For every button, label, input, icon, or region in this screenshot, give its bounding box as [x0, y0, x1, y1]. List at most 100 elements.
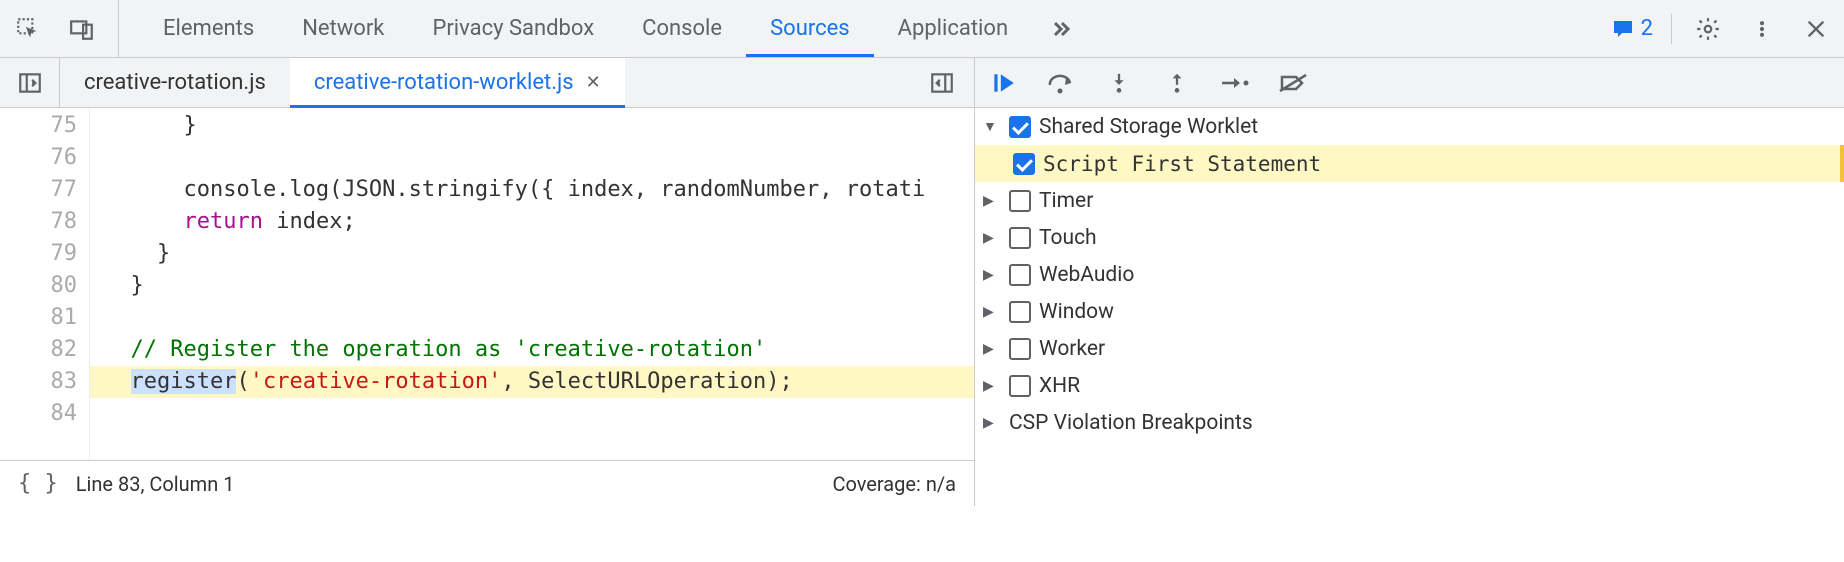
sources-pane: creative-rotation.js creative-rotation-wo… — [0, 58, 975, 506]
expand-triangle-icon[interactable]: ▶ — [983, 341, 1001, 357]
breakpoint-item-label: Script First Statement — [1043, 152, 1321, 176]
line-number[interactable]: 79 — [0, 238, 77, 270]
close-icon[interactable] — [1798, 11, 1834, 47]
breakpoint-category-label: WebAudio — [1039, 263, 1134, 287]
breakpoint-category[interactable]: ▶ WebAudio — [975, 256, 1844, 293]
line-number[interactable]: 76 — [0, 142, 77, 174]
code-line — [90, 398, 974, 430]
expand-triangle-icon[interactable]: ▶ — [983, 230, 1001, 246]
debugger-pane: ▼ Shared Storage Worklet Script First Stat… — [975, 58, 1844, 506]
code-line: // Register the operation as 'creative-r… — [90, 334, 974, 366]
cursor-position: Line 83, Column 1 — [76, 472, 235, 496]
breakpoint-category[interactable]: ▼ Shared Storage Worklet — [975, 108, 1844, 145]
expand-triangle-icon[interactable]: ▶ — [983, 378, 1001, 394]
step-out-button[interactable] — [1157, 63, 1197, 103]
panel-tab-network[interactable]: Network — [278, 0, 408, 57]
code-line — [90, 142, 974, 174]
panel-tab-sources[interactable]: Sources — [746, 0, 874, 57]
checkbox[interactable] — [1009, 190, 1031, 212]
breakpoint-category-label: Touch — [1039, 226, 1097, 250]
line-number[interactable]: 81 — [0, 302, 77, 334]
file-tab-label: creative-rotation.js — [84, 70, 266, 95]
panel-tab-privacy-sandbox[interactable]: Privacy Sandbox — [408, 0, 618, 57]
navigator-toggle-icon[interactable] — [0, 58, 60, 107]
breakpoint-category[interactable]: ▶ Touch — [975, 219, 1844, 256]
pretty-print-icon[interactable]: { } — [18, 471, 58, 496]
breakpoint-category-label: Shared Storage Worklet — [1039, 115, 1258, 139]
breakpoint-category[interactable]: ▶ XHR — [975, 367, 1844, 404]
expand-triangle-icon[interactable]: ▶ — [983, 304, 1001, 320]
line-number[interactable]: 82 — [0, 334, 77, 366]
panel-tabs: ElementsNetworkPrivacy SandboxConsoleSou… — [139, 0, 1032, 57]
breakpoint-category-label: Timer — [1039, 189, 1093, 213]
code-editor[interactable]: 75767778798081828384 } console.log(JSON.… — [0, 108, 974, 460]
file-tab[interactable]: creative-rotation-worklet.js ✕ — [290, 58, 625, 107]
code-line: console.log(JSON.stringify({ index, rand… — [90, 174, 974, 206]
main-area: creative-rotation.js creative-rotation-wo… — [0, 58, 1844, 506]
breakpoint-category-label: XHR — [1039, 374, 1080, 398]
line-gutter: 75767778798081828384 — [0, 108, 90, 460]
file-tab[interactable]: creative-rotation.js — [60, 58, 290, 107]
resume-button[interactable] — [983, 63, 1023, 103]
deactivate-breakpoints-button[interactable] — [1273, 63, 1313, 103]
inspect-element-icon[interactable] — [10, 11, 46, 47]
toolbar-right-group: 2 — [1593, 11, 1834, 47]
checkbox[interactable] — [1009, 301, 1031, 323]
settings-gear-icon[interactable] — [1690, 11, 1726, 47]
step-over-button[interactable] — [1041, 63, 1081, 103]
line-number[interactable]: 78 — [0, 206, 77, 238]
separator — [1671, 14, 1672, 44]
checkbox[interactable] — [1009, 227, 1031, 249]
checkbox[interactable] — [1009, 375, 1031, 397]
debugger-toolbar — [975, 58, 1844, 108]
code-line: } — [90, 270, 974, 302]
kebab-menu-icon[interactable] — [1744, 11, 1780, 47]
step-into-button[interactable] — [1099, 63, 1139, 103]
editor-status-bar: { } Line 83, Column 1 Coverage: n/a — [0, 460, 974, 506]
breakpoint-category[interactable]: ▶ Worker — [975, 330, 1844, 367]
line-number[interactable]: 77 — [0, 174, 77, 206]
expand-triangle-icon[interactable]: ▶ — [983, 193, 1001, 209]
step-button[interactable] — [1215, 63, 1255, 103]
event-listener-breakpoints: ▼ Shared Storage Worklet Script First Stat… — [975, 108, 1844, 506]
file-tabs-bar: creative-rotation.js creative-rotation-wo… — [0, 58, 974, 108]
panel-tab-application[interactable]: Application — [874, 0, 1032, 57]
toolbar-left-group — [10, 0, 119, 57]
line-number[interactable]: 84 — [0, 398, 77, 430]
messages-count: 2 — [1641, 16, 1653, 41]
breakpoint-item[interactable]: Script First Statement — [975, 145, 1844, 182]
panel-tab-elements[interactable]: Elements — [139, 0, 278, 57]
breakpoint-category[interactable]: ▶ Window — [975, 293, 1844, 330]
panel-tab-console[interactable]: Console — [618, 0, 746, 57]
close-icon[interactable]: ✕ — [586, 72, 601, 93]
file-tabs-right — [924, 65, 974, 101]
checkbox[interactable] — [1009, 116, 1031, 138]
devtools-main-toolbar: ElementsNetworkPrivacy SandboxConsoleSou… — [0, 0, 1844, 58]
breakpoint-category-label: Window — [1039, 300, 1114, 324]
code-line: } — [90, 110, 974, 142]
checkbox[interactable] — [1013, 153, 1035, 175]
breakpoint-section[interactable]: ▶ CSP Violation Breakpoints — [975, 404, 1844, 441]
more-tabs-icon[interactable] — [1042, 11, 1078, 47]
code-line: } — [90, 238, 974, 270]
coverage-status: Coverage: n/a — [832, 472, 956, 496]
line-number[interactable]: 83 — [0, 366, 77, 398]
code-line — [90, 302, 974, 334]
breakpoint-section-label: CSP Violation Breakpoints — [1009, 411, 1253, 435]
code-line: register('creative-rotation', SelectURLO… — [90, 366, 974, 398]
line-number[interactable]: 80 — [0, 270, 77, 302]
code-line: return index; — [90, 206, 974, 238]
expand-triangle-icon[interactable]: ▶ — [983, 415, 1001, 431]
show-debugger-icon[interactable] — [924, 65, 960, 101]
device-toolbar-icon[interactable] — [64, 11, 100, 47]
file-tab-label: creative-rotation-worklet.js — [314, 70, 574, 95]
expand-triangle-icon[interactable]: ▶ — [983, 267, 1001, 283]
line-number[interactable]: 75 — [0, 110, 77, 142]
expand-triangle-icon[interactable]: ▼ — [983, 118, 1001, 135]
checkbox[interactable] — [1009, 264, 1031, 286]
breakpoint-category-label: Worker — [1039, 337, 1105, 361]
checkbox[interactable] — [1009, 338, 1031, 360]
breakpoint-category[interactable]: ▶ Timer — [975, 182, 1844, 219]
code-lines: } console.log(JSON.stringify({ index, ra… — [90, 108, 974, 460]
messages-badge[interactable]: 2 — [1611, 16, 1653, 41]
